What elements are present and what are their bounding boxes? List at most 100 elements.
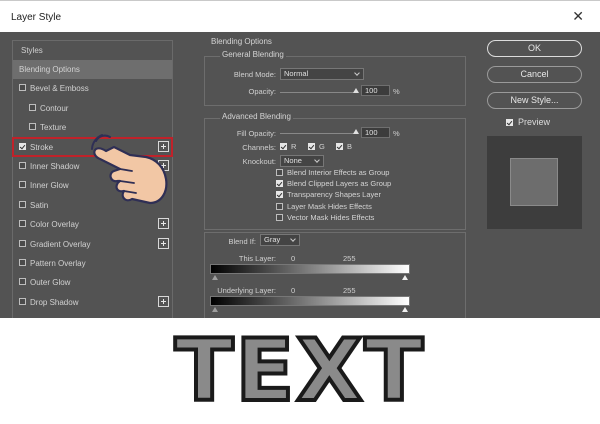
channel-label: B	[347, 142, 353, 151]
styles-header: Styles	[21, 46, 43, 55]
opacity-unit: %	[393, 87, 400, 96]
this-layer-gradient[interactable]	[210, 264, 410, 274]
layer-style-dialog: Layer Style ✕ Styles Blending Options Bev…	[0, 0, 600, 318]
underlying-layer-min: 0	[291, 286, 296, 295]
opacity-input[interactable]: 100	[361, 85, 390, 96]
cancel-button[interactable]: Cancel	[487, 66, 582, 83]
blend-mode-value: Normal	[284, 69, 309, 78]
fill-opacity-unit: %	[393, 129, 400, 138]
plus-icon[interactable]	[158, 295, 169, 307]
underlying-layer-gradient[interactable]	[210, 296, 410, 306]
style-item-label: Drop Shadow	[30, 297, 79, 307]
option-checkbox[interactable]	[276, 191, 283, 199]
style-checkbox[interactable]	[29, 103, 36, 111]
knockout-value: None	[284, 156, 302, 165]
style-item-label: Satin	[30, 200, 49, 210]
this-layer-label: This Layer:	[238, 254, 276, 263]
preview-checkbox[interactable]	[506, 119, 513, 126]
blend-if-value: Gray	[264, 235, 281, 244]
style-item-label: Contour	[40, 103, 69, 113]
preview-label: Preview	[518, 117, 551, 127]
style-item-drop-shadow[interactable]: Drop Shadow	[13, 293, 172, 312]
general-blending-group	[204, 56, 466, 106]
style-checkbox[interactable]	[19, 162, 26, 169]
underlying-layer-white-thumb[interactable]	[402, 307, 408, 312]
underlying-layer-label: Underlying Layer:	[217, 286, 276, 295]
style-item-label: Inner Glow	[30, 181, 69, 191]
style-item-label: Inner Shadow	[30, 162, 80, 171]
option-checkbox[interactable]	[276, 213, 283, 221]
style-item-contour[interactable]: Contour	[13, 99, 172, 118]
fill-opacity-slider-thumb[interactable]	[353, 129, 359, 134]
this-layer-max: 255	[343, 254, 356, 263]
style-checkbox[interactable]	[19, 181, 26, 189]
style-checkbox[interactable]	[29, 123, 36, 131]
channel-label: R	[291, 142, 297, 151]
style-item-label: Blending Options	[19, 65, 80, 74]
knockout-label: Knockout:	[242, 157, 276, 166]
style-item-label: Bevel & Emboss	[30, 84, 89, 94]
window-title: Layer Style	[11, 12, 62, 23]
style-item-label: Pattern Overlay	[30, 259, 86, 268]
opacity-label: Opacity:	[248, 87, 276, 96]
style-item-label: Outer Glow	[30, 278, 71, 288]
style-checkbox[interactable]	[19, 278, 26, 286]
opacity-slider-thumb[interactable]	[353, 88, 359, 93]
blend-if-select[interactable]: Gray	[260, 234, 300, 246]
style-checkbox[interactable]	[19, 220, 26, 228]
style-item-blending-options[interactable]: Blending Options	[13, 60, 172, 79]
style-item-label: Texture	[40, 123, 67, 133]
style-checkbox[interactable]	[19, 259, 26, 266]
underlying-layer-max: 255	[343, 286, 356, 295]
option-label: Vector Mask Hides Effects	[287, 212, 375, 222]
preview-thumbnail	[487, 136, 582, 229]
blend-mode-label: Blend Mode:	[233, 70, 276, 79]
option-label: Blend Clipped Layers as Group	[287, 179, 392, 189]
option-checkbox[interactable]	[276, 180, 283, 188]
advanced-blending-title: Advanced Blending	[220, 112, 293, 121]
fill-opacity-slider[interactable]	[280, 129, 359, 134]
option-checkbox[interactable]	[276, 202, 283, 210]
option-checkbox[interactable]	[276, 169, 283, 176]
channels-label: Channels:	[242, 143, 276, 152]
plus-icon[interactable]	[158, 237, 169, 249]
option-label: Layer Mask Hides Effects	[287, 201, 372, 211]
knockout-select[interactable]: None	[280, 155, 324, 167]
channel-checkbox[interactable]	[308, 143, 315, 150]
text-banner: TEXT	[0, 318, 600, 424]
style-checkbox[interactable]	[19, 200, 26, 208]
opacity-slider[interactable]	[280, 88, 359, 93]
ok-button[interactable]: OK	[487, 40, 582, 57]
blend-mode-select[interactable]: Normal	[280, 68, 364, 80]
style-item-gradient-overlay[interactable]: Gradient Overlay	[13, 235, 172, 254]
fill-opacity-label: Fill Opacity:	[236, 129, 276, 138]
new-style-button[interactable]: New Style...	[487, 92, 582, 109]
style-checkbox[interactable]	[19, 84, 26, 92]
option-label: Blend Interior Effects as Group	[287, 168, 390, 177]
fill-opacity-value: 100	[365, 128, 378, 137]
preview-swatch	[510, 158, 558, 206]
style-item-pattern-overlay[interactable]: Pattern Overlay	[13, 254, 172, 273]
this-layer-black-thumb[interactable]	[212, 275, 218, 280]
title-bar: Layer Style ✕	[0, 0, 600, 32]
general-blending-title: General Blending	[220, 50, 286, 59]
pointing-hand-icon	[91, 134, 168, 205]
style-item-outer-glow[interactable]: Outer Glow	[13, 273, 172, 292]
channel-label: G	[319, 142, 325, 151]
close-icon[interactable]: ✕	[572, 8, 584, 25]
style-item-label: Color Overlay	[30, 220, 79, 230]
fill-opacity-input[interactable]: 100	[361, 127, 390, 138]
blending-options-area: Blending Options General Blending Blend …	[190, 32, 470, 318]
banner-text: TEXT	[173, 321, 426, 421]
style-item-label: Gradient Overlay	[30, 239, 91, 249]
blend-if-label: Blend If:	[228, 237, 256, 246]
opacity-value: 100	[365, 86, 378, 95]
style-checkbox[interactable]	[19, 297, 26, 305]
channel-checkbox[interactable]	[336, 143, 343, 150]
option-label: Transparency Shapes Layer	[287, 190, 381, 200]
this-layer-white-thumb[interactable]	[402, 275, 408, 280]
style-item-bevel-emboss[interactable]: Bevel & Emboss	[13, 79, 172, 98]
underlying-layer-black-thumb[interactable]	[212, 307, 218, 312]
style-checkbox[interactable]	[19, 239, 26, 247]
channel-checkbox[interactable]	[280, 143, 287, 150]
